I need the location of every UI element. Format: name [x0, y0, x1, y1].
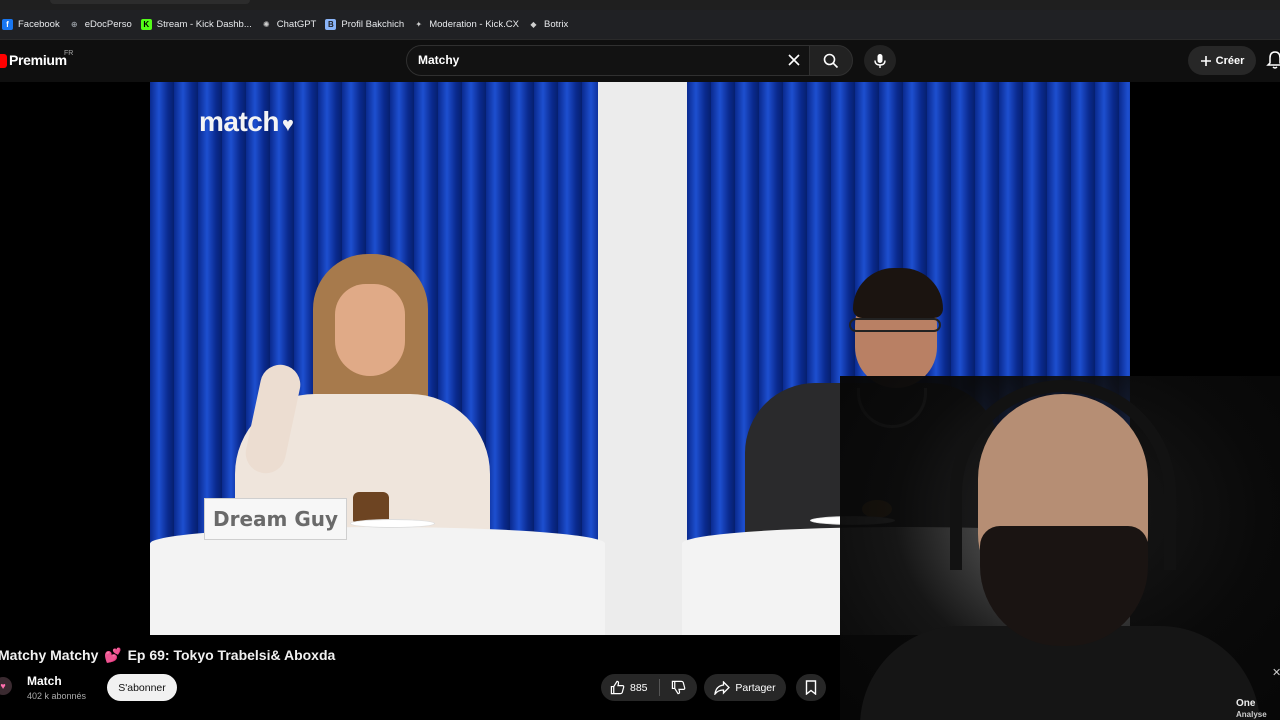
bookmark-label: ChatGPT [276, 19, 317, 30]
table-left [150, 527, 605, 635]
like-dislike-group: 885 [601, 674, 697, 701]
youtube-logo-icon[interactable] [0, 54, 7, 68]
handshake-heart-icon: ♥ [281, 114, 294, 136]
thumbs-down-icon [671, 680, 685, 695]
bookmark-label: Botrix [543, 19, 569, 30]
bookmark-label: eDocPerso [84, 19, 132, 30]
microphone-icon [874, 53, 886, 68]
dislike-button[interactable] [660, 674, 696, 701]
video-title: Matchy Matchy 💕 Ep 69: Tokyo Trabelsi& A… [0, 647, 335, 664]
voice-search-button[interactable] [864, 45, 896, 76]
bookmark-label: Stream - Kick Dashb... [156, 19, 252, 30]
save-button[interactable] [796, 674, 826, 701]
create-label: Créer [1215, 54, 1245, 67]
plus-icon [1200, 55, 1211, 66]
subscriber-count: 402 k abonnés [27, 691, 87, 701]
title-heart-emoji: 💕 [104, 647, 122, 663]
search-icon [823, 53, 839, 68]
share-button[interactable]: Partager [704, 674, 786, 701]
thumbs-up-icon [610, 680, 625, 695]
brand-text: match [199, 106, 279, 137]
close-icon [788, 54, 800, 66]
title-prefix: Matchy Matchy [0, 647, 99, 663]
white-divider-wall [598, 82, 687, 635]
bookmark-item[interactable]: ✦ Moderation - Kick.CX [411, 12, 526, 38]
logo-text[interactable]: Premium [9, 52, 67, 68]
channel-avatar[interactable]: ♥ [0, 677, 12, 695]
match-brand-logo: match ♥ [199, 106, 294, 138]
moderation-icon: ✦ [415, 20, 423, 29]
bookmark-icon [805, 680, 817, 695]
search-button[interactable] [809, 45, 853, 76]
bakchich-icon: B [325, 19, 337, 30]
corner-tag-line2: Analyse [1236, 710, 1267, 719]
bookmark-label: Profil Bakchich [341, 19, 405, 30]
bookmark-item[interactable]: ◆ Botrix [526, 12, 575, 38]
overlay-close-icon[interactable]: ✕ [1272, 666, 1280, 679]
address-bar[interactable] [50, 0, 250, 4]
create-button[interactable]: Créer [1188, 46, 1256, 75]
share-icon [714, 680, 731, 695]
chatgpt-icon: ✺ [262, 20, 270, 29]
search-input[interactable] [406, 45, 812, 76]
bookmark-label: Moderation - Kick.CX [429, 19, 519, 30]
botrix-icon: ◆ [530, 20, 537, 29]
bookmark-item[interactable]: ✺ ChatGPT [259, 12, 324, 38]
notifications-button[interactable] [1266, 50, 1280, 70]
streamer-webcam-overlay [840, 376, 1280, 720]
facebook-icon: f [2, 19, 13, 30]
bookmark-item[interactable]: ⊕ eDocPerso [67, 12, 139, 38]
globe-icon: ⊕ [70, 20, 78, 29]
bookmarks-bar: f Facebook ⊕ eDocPerso K Stream - Kick Dashb.… [0, 10, 1280, 40]
share-label: Partager [735, 681, 776, 694]
bookmark-label: Facebook [18, 19, 60, 30]
clear-search-button[interactable] [784, 50, 804, 70]
bell-icon [1266, 51, 1280, 69]
browser-tab-strip [0, 0, 1280, 10]
cake-slice [353, 492, 389, 522]
kick-icon: K [140, 19, 152, 30]
search-value[interactable]: Matchy [418, 53, 459, 67]
region-label: FR [64, 50, 74, 57]
bookmark-item[interactable]: K Stream - Kick Dashb... [139, 12, 259, 38]
name-card: Dream Guy [204, 498, 347, 540]
bookmark-item[interactable]: B Profil Bakchich [323, 12, 411, 38]
corner-tag-line1: One [1236, 698, 1256, 709]
title-rest: Ep 69: Tokyo Trabelsi& Aboxda [127, 647, 336, 663]
like-button[interactable]: 885 [601, 674, 659, 701]
like-count: 885 [630, 681, 648, 694]
channel-name[interactable]: Match [27, 674, 62, 688]
overlay-corner-tag: One Analyse [1236, 698, 1267, 720]
subscribe-button[interactable]: S'abonner [107, 674, 177, 701]
bookmark-item[interactable]: f Facebook [0, 12, 67, 38]
plate-left [350, 519, 435, 528]
